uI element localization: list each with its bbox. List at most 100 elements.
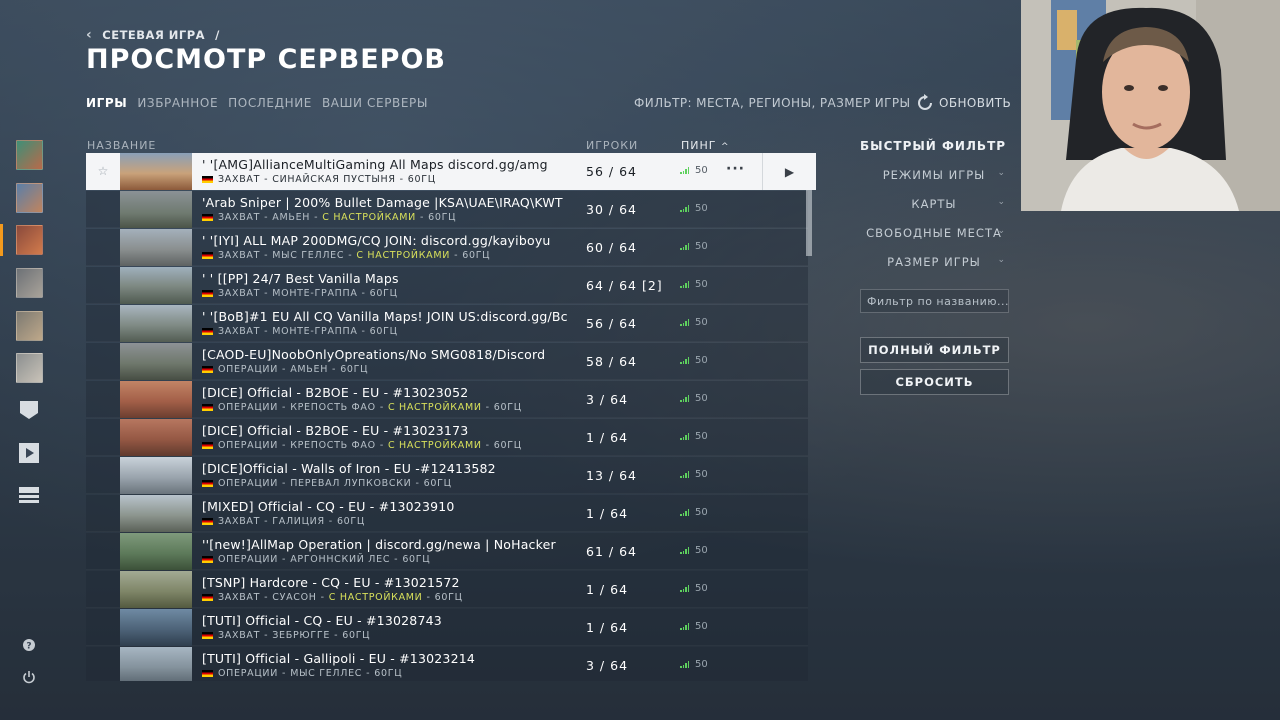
table-row[interactable]: [MIXED] Official - CQ - EU - #13023910 З… (86, 495, 808, 532)
ping-value: 50 (695, 545, 708, 556)
ping: 50 (680, 469, 708, 480)
meta-text: - (264, 288, 269, 299)
meta-text: - (282, 668, 287, 679)
soldier-portrait-4[interactable] (16, 268, 43, 298)
sort-ascending-icon: ^ (720, 142, 730, 152)
filter-summary[interactable]: ФИЛЬТР: МЕСТА, РЕГИОНЫ, РАЗМЕР ИГРЫ (634, 96, 911, 110)
soldier-portrait-2[interactable] (16, 183, 43, 213)
server-meta: ОПЕРАЦИИ - ПЕРЕВАЛ ЛУПКОВСКИ -60ГЦ (202, 478, 582, 489)
filter-free-slots[interactable]: СВОБОДНЫЕ МЕСТА ⌄ (860, 223, 1008, 243)
map-thumbnail (120, 191, 192, 228)
player-count: 1 / 64 (586, 620, 629, 635)
server-meta: ЗАХВАТ - СУАСОН - С НАСТРОЙКАМИ -60ГЦ (202, 592, 582, 603)
server-name: [TUTI] Official - CQ - EU - #13028743 (202, 613, 442, 628)
meta-text: ОПЕРАЦИИ (218, 668, 279, 679)
dogtag-icon[interactable] (17, 399, 41, 421)
breadcrumb-separator: / (215, 28, 220, 42)
breadcrumb-multiplayer[interactable]: СЕТЕВАЯ ИГРА (102, 28, 205, 42)
ping: 50 (680, 659, 708, 670)
table-row[interactable]: ''[new!]AllMap Operation | discord.gg/ne… (86, 533, 808, 570)
meta-text: ЗАХВАТ (218, 630, 261, 641)
list-scrollbar[interactable] (806, 190, 812, 256)
soldier-portrait-1[interactable] (16, 140, 43, 170)
signal-bars-icon (680, 357, 689, 364)
column-ping[interactable]: ПИНГ ^ (681, 139, 730, 152)
full-filter-button[interactable]: ПОЛНЫЙ ФИЛЬТР (860, 337, 1009, 363)
reset-button[interactable]: СБРОСИТЬ (860, 369, 1009, 395)
ping-value: 50 (695, 659, 708, 670)
table-row[interactable]: [CAOD-EU]NoobOnlyOpreations/No SMG0818/D… (86, 343, 808, 380)
more-options-icon[interactable]: ··· (726, 161, 745, 177)
ping-value: 50 (695, 431, 708, 442)
table-row[interactable]: [TUTI] Official - CQ - EU - #13028743 ЗА… (86, 609, 808, 646)
refresh-button[interactable]: ОБНОВИТЬ (914, 92, 1011, 114)
table-row[interactable]: 'Arab Sniper | 200% Bullet Damage |KSA\U… (86, 191, 808, 228)
meta-text: 60ГЦ (428, 212, 457, 223)
meta-text: - (264, 516, 269, 527)
menu-list-icon[interactable] (17, 485, 41, 507)
table-row[interactable]: [TSNP] Hardcore - CQ - EU - #13021572 ЗА… (86, 571, 808, 608)
table-row[interactable]: [DICE]Official - Walls of Iron - EU -#12… (86, 457, 808, 494)
map-thumbnail (120, 647, 192, 681)
ping-value: 50 (695, 469, 708, 480)
meta-text: - (264, 326, 269, 337)
table-row[interactable]: [DICE] Official - B2BOE - EU - #13023052… (86, 381, 808, 418)
soldier-portrait-6[interactable] (16, 353, 43, 383)
meta-text: АМЬЕН (272, 212, 311, 223)
custom-settings-tag: С НАСТРОЙКАМИ (322, 212, 416, 223)
table-row[interactable]: ' '[BoB]#1 EU All CQ Vanilla Maps! JOIN … (86, 305, 808, 342)
server-name: ''[new!]AllMap Operation | discord.gg/ne… (202, 537, 556, 552)
map-thumbnail (120, 229, 192, 266)
map-thumbnail (120, 571, 192, 608)
tab-games[interactable]: ИГРЫ (86, 96, 127, 110)
server-list: ☆ ' '[AMG]AllianceMultiGaming All Maps d… (86, 153, 816, 681)
favorite-star-icon[interactable]: ☆ (96, 164, 110, 178)
tab-your-servers[interactable]: ВАШИ СЕРВЕРЫ (322, 96, 428, 110)
meta-text: - (415, 478, 420, 489)
help-icon[interactable]: ? (21, 637, 37, 653)
server-meta: ЗАХВАТ - МОНТЕ-ГРАППА -60ГЦ (202, 288, 582, 299)
server-name: ' ' [[PP] 24/7 Best Vanilla Maps (202, 271, 399, 286)
back-chevron-icon[interactable]: ‹ (86, 27, 92, 43)
filter-game-modes[interactable]: РЕЖИМЫ ИГРЫ ⌄ (860, 165, 1008, 185)
filter-maps[interactable]: КАРТЫ ⌄ (860, 194, 1008, 214)
table-row[interactable]: [DICE] Official - B2BOE - EU - #13023173… (86, 419, 808, 456)
tab-recent[interactable]: ПОСЛЕДНИЕ (228, 96, 312, 110)
meta-text: 60ГЦ (374, 668, 403, 679)
meta-text: ОПЕРАЦИИ (218, 478, 279, 489)
server-meta: ЗАХВАТ - ЗЕБРЮГГЕ -60ГЦ (202, 630, 582, 641)
meta-text: - (485, 402, 490, 413)
column-name[interactable]: НАЗВАНИЕ (87, 139, 156, 152)
signal-bars-icon (680, 205, 689, 212)
meta-text: ЗАХВАТ (218, 326, 261, 337)
ping: 50 (680, 165, 708, 176)
table-row[interactable]: ' '[IYI] ALL MAP 200DMG/CQ JOIN: discord… (86, 229, 808, 266)
power-icon[interactable] (21, 669, 37, 685)
column-players[interactable]: ИГРОКИ (586, 139, 638, 152)
soldier-portrait-5[interactable] (16, 311, 43, 341)
soldier-portrait-3[interactable] (16, 225, 43, 255)
meta-text: ПЕРЕВАЛ ЛУПКОВСКИ (290, 478, 412, 489)
meta-text: МОНТЕ-ГРАППА (272, 326, 358, 337)
custom-settings-tag: С НАСТРОЙКАМИ (387, 402, 482, 413)
signal-bars-icon (680, 433, 689, 440)
name-filter-input[interactable] (860, 289, 1009, 313)
table-row[interactable]: [TUTI] Official - Gallipoli - EU - #1302… (86, 647, 808, 681)
meta-text: 60ГЦ (462, 250, 491, 261)
meta-text: - (264, 630, 269, 641)
meta-text: ЗАХВАТ (218, 516, 261, 527)
join-server-button[interactable]: ▶ (762, 153, 816, 190)
meta-text: - (485, 440, 490, 451)
meta-text: - (328, 516, 333, 527)
table-row[interactable]: ' ' [[PP] 24/7 Best Vanilla Maps ЗАХВАТ -… (86, 267, 808, 304)
player-count: 61 / 64 (586, 544, 637, 559)
meta-text: КРЕПОСТЬ ФАО (290, 440, 376, 451)
signal-bars-icon (680, 623, 689, 630)
filter-game-size[interactable]: РАЗМЕР ИГРЫ ⌄ (860, 252, 1008, 272)
table-row[interactable]: ☆ ' '[AMG]AllianceMultiGaming All Maps d… (86, 153, 816, 190)
tab-favorites[interactable]: ИЗБРАННОЕ (137, 96, 218, 110)
ping: 50 (680, 393, 708, 404)
play-video-icon[interactable] (17, 442, 41, 464)
player-count: 1 / 64 (586, 430, 629, 445)
ping-value: 50 (695, 583, 708, 594)
